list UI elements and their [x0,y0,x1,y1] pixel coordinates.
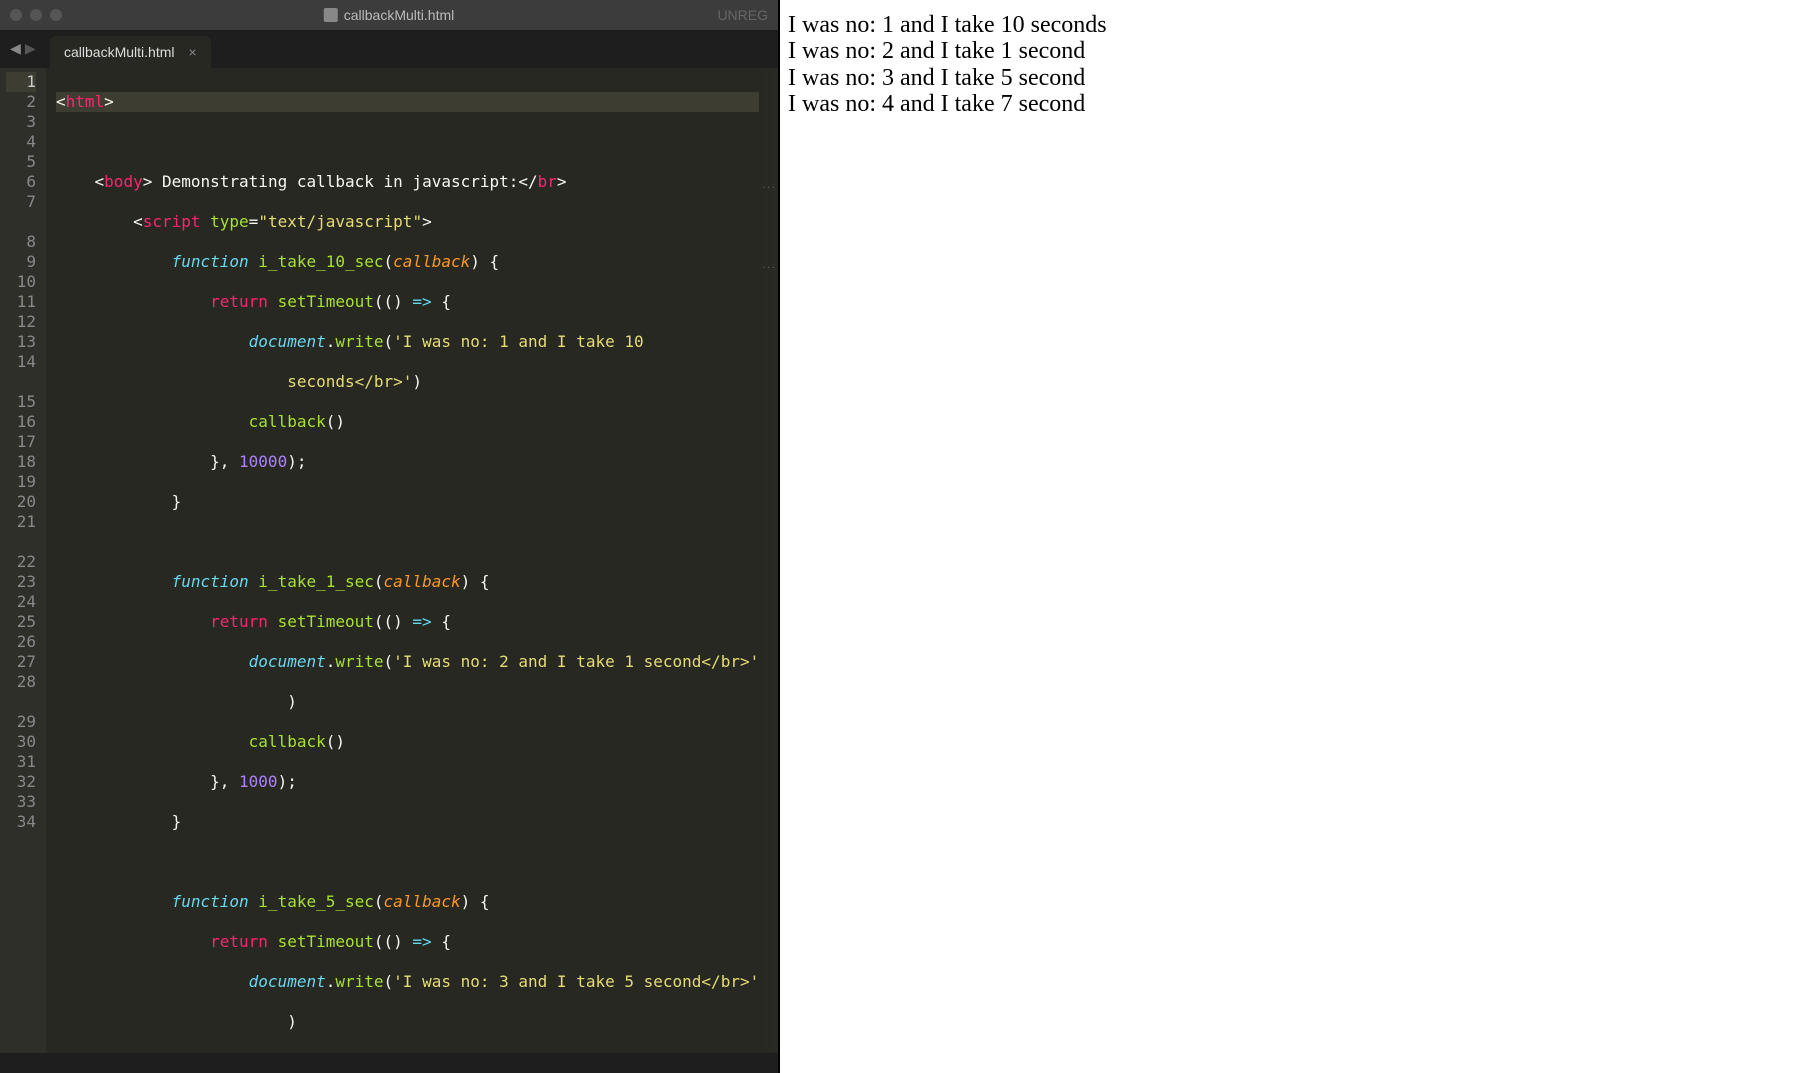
line-number: 25 [6,612,36,632]
registration-label: UNREG [717,7,768,23]
nav-back-icon[interactable]: ◀ [10,38,21,59]
code-content[interactable]: <html> <body> Demonstrating callback in … [46,68,759,1053]
line-number: 14 [6,352,36,372]
line-number: 9 [6,252,36,272]
line-number: 31 [6,752,36,772]
output-line: I was no: 2 and I take 1 second [788,38,1792,64]
line-number: 3 [6,112,36,132]
line-number: 11 [6,292,36,312]
line-number: 24 [6,592,36,612]
status-bar [0,1053,778,1073]
tab-bar: ◀ ▶ callbackMulti.html × [0,30,778,68]
line-number [6,532,36,552]
line-number: 32 [6,772,36,792]
line-number: 34 [6,812,36,832]
line-number: 26 [6,632,36,652]
line-number: 10 [6,272,36,292]
minimize-window-button[interactable] [30,9,42,21]
code-area: 1 2 3 4 5 6 7 8 9 10 11 12 13 14 15 16 1… [0,68,778,1053]
line-number [6,212,36,232]
line-number [6,692,36,712]
line-number: 23 [6,572,36,592]
tab-file[interactable]: callbackMulti.html × [50,36,211,68]
line-number: 15 [6,392,36,412]
title-bar-title: callbackMulti.html [324,7,454,23]
line-number: 17 [6,432,36,452]
line-number: 18 [6,452,36,472]
file-icon [324,8,338,22]
close-window-button[interactable] [10,9,22,21]
nav-arrows: ◀ ▶ [10,38,36,59]
output-line: I was no: 1 and I take 10 seconds [788,12,1792,38]
close-icon[interactable]: × [188,44,196,60]
line-number: 7 [6,192,36,212]
line-number: 29 [6,712,36,732]
line-number: 22 [6,552,36,572]
editor-pane: callbackMulti.html UNREG ◀ ▶ callbackMul… [0,0,778,1073]
line-number: 20 [6,492,36,512]
line-number: 1 [6,72,36,92]
line-number: 5 [6,152,36,172]
browser-output-pane: I was no: 1 and I take 10 seconds I was … [780,0,1800,1073]
line-number: 21 [6,512,36,532]
line-number: 19 [6,472,36,492]
maximize-window-button[interactable] [50,9,62,21]
line-number: 4 [6,132,36,152]
window-controls [10,9,62,21]
tab-label: callbackMulti.html [64,44,174,60]
line-number: 6 [6,172,36,192]
window-title: callbackMulti.html [344,7,454,23]
fold-indicator-icon: ··· [762,258,776,278]
line-number: 27 [6,652,36,672]
nav-forward-icon[interactable]: ▶ [25,38,36,59]
output-line: I was no: 3 and I take 5 second [788,65,1792,91]
fold-indicator-icon: ··· [762,178,776,198]
line-number [6,372,36,392]
minimap[interactable]: ··· ··· [759,68,778,1053]
line-number: 8 [6,232,36,252]
line-number: 16 [6,412,36,432]
line-number: 33 [6,792,36,812]
line-number: 2 [6,92,36,112]
line-number: 13 [6,332,36,352]
title-bar: callbackMulti.html UNREG [0,0,778,30]
line-number: 28 [6,672,36,692]
line-number: 12 [6,312,36,332]
output-line: I was no: 4 and I take 7 second [788,91,1792,117]
line-number-gutter: 1 2 3 4 5 6 7 8 9 10 11 12 13 14 15 16 1… [0,68,46,1053]
line-number: 30 [6,732,36,752]
